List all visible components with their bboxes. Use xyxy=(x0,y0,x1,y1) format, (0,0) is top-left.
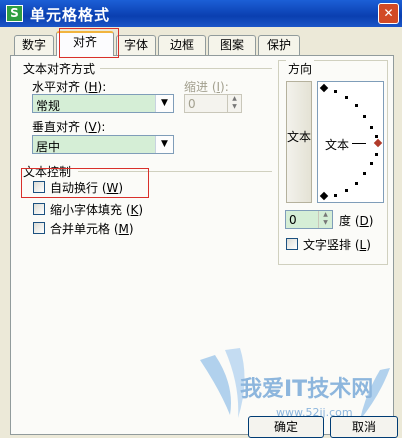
stepper-arrows[interactable]: ▲ ▼ xyxy=(227,95,241,112)
arrow-down-icon[interactable]: ▼ xyxy=(319,219,332,227)
indent-stepper[interactable]: 0 ▲ ▼ xyxy=(184,94,242,113)
indent-value: 0 xyxy=(188,97,196,111)
vertical-text-button[interactable]: 文本 xyxy=(286,81,312,203)
merge-cells-label[interactable]: 合并单元格 (M) xyxy=(50,220,134,237)
indent-label: 缩进 (I): xyxy=(184,80,229,94)
close-icon: ✕ xyxy=(383,6,394,20)
dial-text-label: 文本 xyxy=(325,138,350,152)
wrap-text-highlight-annotation xyxy=(21,168,149,198)
tab-pattern[interactable]: 图案 xyxy=(208,35,256,55)
dial-dot[interactable] xyxy=(334,90,337,93)
tab-number[interactable]: 数字 xyxy=(14,35,54,55)
stepper-arrows[interactable]: ▲ ▼ xyxy=(318,211,332,228)
vertical-align-label: 垂直对齐 (V): xyxy=(32,120,106,134)
arrow-up-icon[interactable]: ▲ xyxy=(319,211,332,219)
orientation-dial[interactable]: 文本 xyxy=(317,81,384,203)
dial-dot[interactable] xyxy=(370,162,373,165)
tab-highlight-annotation xyxy=(59,28,119,58)
chevron-down-icon[interactable]: ▼ xyxy=(155,136,173,153)
dial-dot[interactable] xyxy=(345,96,348,99)
dial-dot[interactable] xyxy=(334,194,337,197)
dial-marker-current[interactable] xyxy=(373,138,383,148)
vertical-stack-checkbox[interactable] xyxy=(286,238,298,250)
arrow-down-icon[interactable]: ▼ xyxy=(228,103,241,111)
watermark-logo: 我爱IT技术网 www.52ij.com xyxy=(200,348,390,420)
merge-cells-checkbox[interactable] xyxy=(33,222,45,234)
dial-dot[interactable] xyxy=(363,172,366,175)
chevron-down-icon[interactable]: ▼ xyxy=(155,95,173,112)
vertical-align-select[interactable]: 居中 ▼ xyxy=(32,135,174,154)
dial-line xyxy=(352,143,366,144)
dial-marker-top[interactable] xyxy=(319,83,329,93)
vertical-stack-label[interactable]: 文字竖排 (L) xyxy=(303,236,371,253)
degree-label: 度 (D) xyxy=(339,214,374,228)
ok-button[interactable]: 确定 xyxy=(248,416,324,438)
dial-dot[interactable] xyxy=(370,126,373,129)
dial-dot[interactable] xyxy=(363,115,366,118)
window-title: 单元格格式 xyxy=(30,6,111,24)
tab-protection[interactable]: 保护 xyxy=(258,35,300,55)
tab-font[interactable]: 字体 xyxy=(116,35,156,55)
dial-marker-bottom[interactable] xyxy=(319,191,329,201)
horizontal-align-label: 水平对齐 (H): xyxy=(32,80,107,94)
shrink-to-fit-label[interactable]: 缩小字体填充 (K) xyxy=(50,201,143,218)
watermark-text: 我爱IT技术网 xyxy=(240,377,373,402)
dial-dot[interactable] xyxy=(345,189,348,192)
close-button[interactable]: ✕ xyxy=(378,3,399,24)
dial-dot[interactable] xyxy=(355,104,358,107)
dial-dot[interactable] xyxy=(355,182,358,185)
vertical-align-value: 居中 xyxy=(36,140,61,154)
app-icon: S xyxy=(6,5,23,22)
degree-value: 0 xyxy=(289,213,297,227)
alignment-section-title: 文本对齐方式 xyxy=(23,62,96,76)
vertical-text-char-1: 文本 xyxy=(287,130,312,144)
horizontal-align-select[interactable]: 常规 ▼ xyxy=(32,94,174,113)
cancel-button[interactable]: 取消 xyxy=(330,416,398,438)
shrink-to-fit-checkbox[interactable] xyxy=(33,203,45,215)
horizontal-align-value: 常规 xyxy=(36,99,61,113)
alignment-divider xyxy=(100,68,272,69)
degree-stepper[interactable]: 0 ▲ ▼ xyxy=(285,210,333,229)
arrow-up-icon[interactable]: ▲ xyxy=(228,95,241,103)
tab-border[interactable]: 边框 xyxy=(158,35,206,55)
orientation-section-title: 方向 xyxy=(286,60,315,77)
dial-dot[interactable] xyxy=(375,153,378,156)
